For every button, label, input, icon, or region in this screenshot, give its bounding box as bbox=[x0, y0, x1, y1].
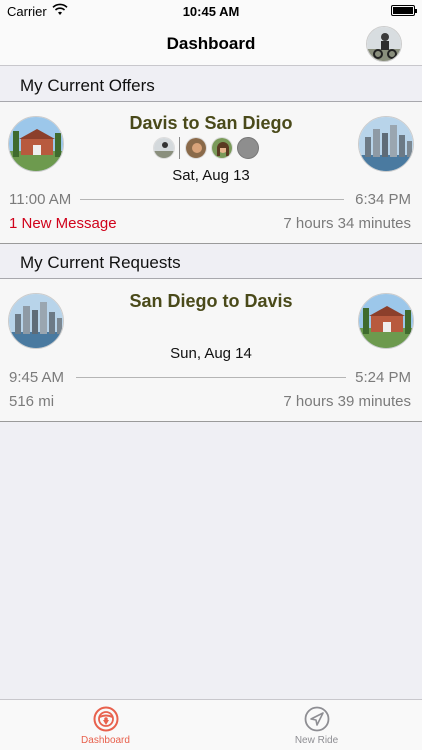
requests-section-header: My Current Requests bbox=[0, 244, 422, 279]
profile-avatar-button[interactable] bbox=[366, 26, 402, 62]
request-date: Sun, Aug 14 bbox=[170, 345, 252, 362]
request-route-title: San Diego to Davis bbox=[129, 291, 293, 311]
navigation-bar: Dashboard bbox=[0, 22, 422, 66]
request-depart-time: 9:45 AM bbox=[9, 369, 65, 386]
offer-route-title: Davis to San Diego bbox=[129, 113, 293, 133]
tab-dashboard-label: Dashboard bbox=[81, 735, 130, 746]
offers-section-title: My Current Offers bbox=[20, 76, 155, 95]
offers-section-header: My Current Offers bbox=[0, 67, 422, 102]
request-distance: 516 mi bbox=[9, 393, 55, 410]
request-duration: 7 hours 39 minutes bbox=[283, 393, 411, 410]
page-title: Dashboard bbox=[166, 34, 256, 53]
steering-wheel-icon bbox=[93, 706, 118, 732]
destination-photo-san-diego bbox=[358, 116, 414, 172]
navigation-arrow-icon bbox=[304, 706, 329, 732]
tab-new-ride-label: New Ride bbox=[294, 735, 339, 746]
requests-section-title: My Current Requests bbox=[20, 253, 181, 272]
status-bar: Carrier 10:45 AM bbox=[0, 0, 422, 22]
battery-icon bbox=[391, 5, 417, 16]
tab-dashboard[interactable]: Dashboard bbox=[0, 700, 211, 750]
tab-bar: Dashboard New Ride bbox=[0, 699, 422, 750]
passenger-avatar[interactable] bbox=[185, 137, 207, 159]
offer-timeline bbox=[80, 199, 344, 200]
passenger-list bbox=[153, 137, 263, 159]
destination-photo-davis bbox=[358, 293, 414, 349]
request-arrive-time: 5:24 PM bbox=[355, 369, 411, 386]
offer-date: Sat, Aug 13 bbox=[172, 167, 250, 184]
empty-seat-avatar bbox=[237, 137, 259, 159]
passenger-divider bbox=[179, 137, 180, 159]
offer-depart-time: 11:00 AM bbox=[9, 191, 72, 208]
offer-duration: 7 hours 34 minutes bbox=[283, 215, 411, 232]
passenger-avatar[interactable] bbox=[211, 137, 233, 159]
offer-arrive-time: 6:34 PM bbox=[355, 191, 411, 208]
tab-new-ride[interactable]: New Ride bbox=[211, 700, 422, 750]
request-timeline bbox=[76, 377, 346, 378]
new-message-link[interactable]: 1 New Message bbox=[9, 215, 117, 232]
status-time: 10:45 AM bbox=[182, 4, 240, 19]
driver-avatar[interactable] bbox=[153, 137, 175, 159]
profile-photo-image bbox=[367, 27, 401, 61]
